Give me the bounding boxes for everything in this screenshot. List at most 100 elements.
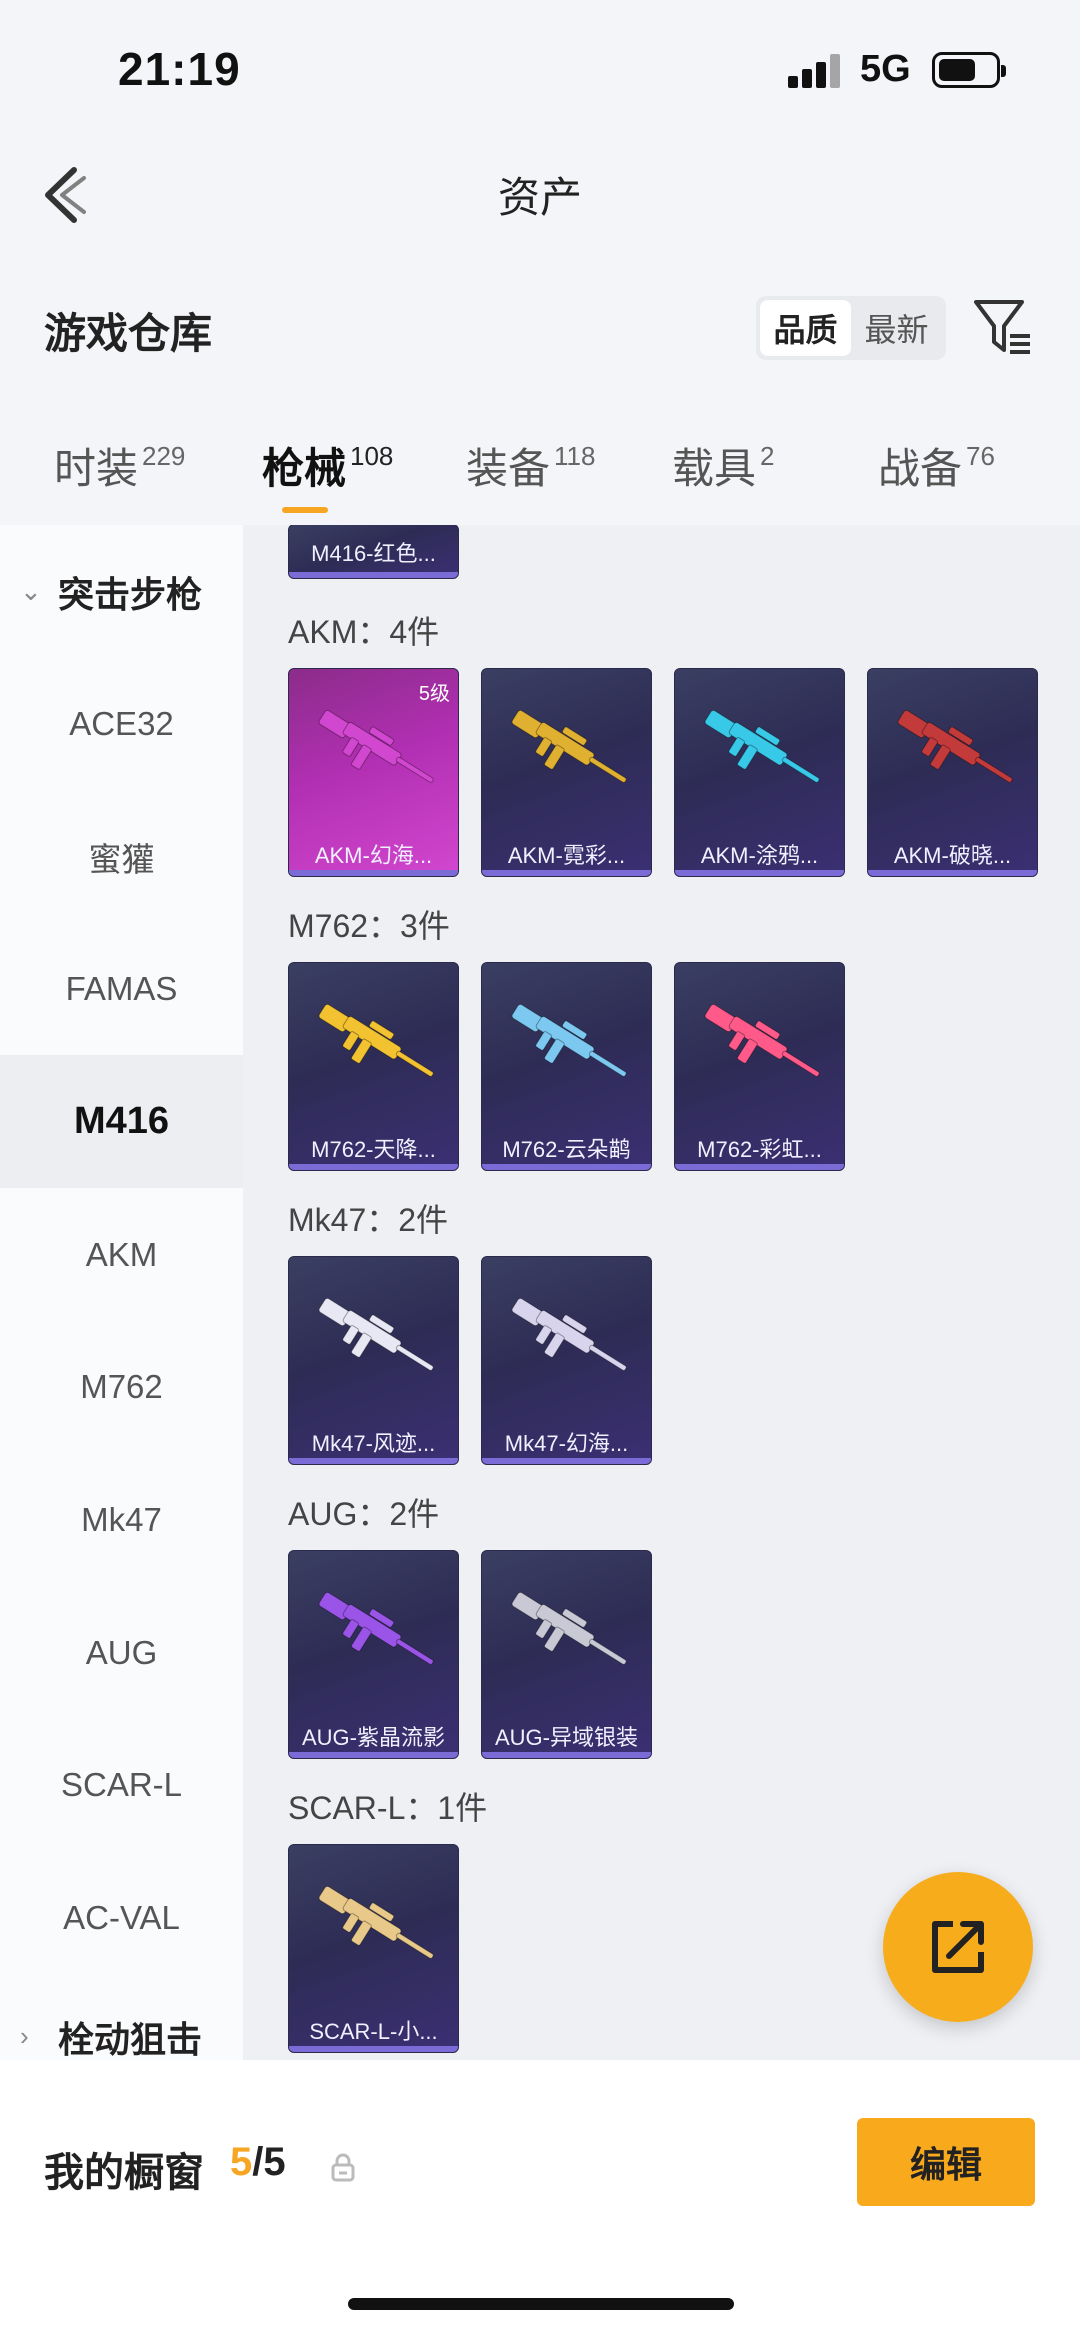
tab-weapons[interactable]: 枪械 108 [262, 435, 393, 496]
sidebar-item-m762[interactable]: M762 [0, 1320, 243, 1453]
weapon-card[interactable]: M762-云朵鹋 [481, 962, 652, 1171]
sidebar-item-akm[interactable]: AKM [0, 1188, 243, 1321]
sidebar-group-label: 突击步枪 [58, 573, 203, 615]
weapon-card[interactable]: M416-红色... [288, 525, 459, 579]
rifle-icon [511, 1591, 627, 1665]
weapon-card-name: M762-彩虹... [697, 1137, 822, 1162]
weapon-card-name: M762-云朵鹋 [502, 1137, 631, 1162]
weapon-card-bar [289, 1752, 458, 1758]
sidebar-item-m416[interactable]: M416 [0, 1055, 243, 1188]
showcase-count: 5/5 [230, 2140, 286, 2185]
section-label-aug: AUG：2件 [288, 1496, 440, 1532]
status-bar: 21:19 5G [0, 0, 1080, 140]
tab-count: 108 [350, 441, 394, 471]
weapon-card-name: AKM-幻海... [314, 843, 433, 868]
tab-label: 时装 [54, 445, 139, 492]
tab-count: 76 [966, 441, 995, 471]
rifle-icon [511, 709, 627, 783]
sort-quality-button[interactable]: 品质 [760, 300, 851, 356]
rifle-icon [704, 709, 820, 783]
nav-bar: 资产 [0, 140, 1080, 250]
tab-label: 装备 [466, 445, 551, 492]
rifle-icon [897, 709, 1013, 783]
tab-count: 2 [760, 441, 775, 471]
weapon-card-name: M416-红色... [311, 541, 436, 566]
home-indicator [348, 2298, 734, 2310]
status-time: 21:19 [118, 43, 241, 95]
rifle-icon [318, 709, 434, 783]
weapon-card-bar [289, 870, 458, 876]
sidebar-item-mk47[interactable]: Mk47 [0, 1453, 243, 1586]
weapon-card-name: SCAR-L-小... [309, 2019, 438, 2044]
weapon-card[interactable]: AKM-破晓... [867, 668, 1038, 877]
tab-count: 229 [142, 441, 186, 471]
weapon-card[interactable]: M762-彩虹... [674, 962, 845, 1171]
weapon-card-bar [289, 1164, 458, 1170]
sidebar-item-scar-l[interactable]: SCAR-L [0, 1718, 243, 1851]
section-label-scar-l: SCAR-L：1件 [288, 1790, 488, 1826]
weapon-card[interactable]: AUG-异域银装 [481, 1550, 652, 1759]
rifle-icon [511, 1297, 627, 1371]
page-title: 资产 [497, 174, 582, 221]
weapon-card-bar [482, 870, 651, 876]
tab-label: 战备 [878, 445, 963, 492]
weapon-card-name: AKM-破晓... [893, 843, 1012, 868]
filter-icon[interactable] [972, 296, 1032, 358]
network-label: 5G [860, 48, 911, 90]
sort-newest-button[interactable]: 最新 [851, 300, 942, 356]
showcase-title: 我的橱窗 [44, 2151, 204, 2195]
rifle-icon [318, 1297, 434, 1371]
weapon-card[interactable]: 5级 AKM-幻海... [288, 668, 459, 877]
tab-equipment[interactable]: 装备 118 [466, 435, 595, 496]
weapon-card[interactable]: M762-天降... [288, 962, 459, 1171]
weapon-card-bar [289, 572, 458, 578]
active-tab-indicator [282, 507, 328, 513]
tab-fashion[interactable]: 时装 229 [54, 435, 185, 496]
weapon-card[interactable]: AUG-紫晶流影 [288, 1550, 459, 1759]
rifle-icon [318, 1003, 434, 1077]
section-label-mk47: Mk47：2件 [288, 1202, 449, 1238]
weapon-card-name: AKM-涂鸦... [700, 843, 819, 868]
weapon-card[interactable]: Mk47-风迹... [288, 1256, 459, 1465]
weapon-card[interactable]: AKM-涂鸦... [674, 668, 845, 877]
weapon-card-bar [289, 1458, 458, 1464]
sidebar-item-ac-val[interactable]: AC-VAL [0, 1851, 243, 1984]
category-tabs: 时装 229 枪械 108 装备 118 载具 2 战备 76 [0, 425, 1080, 525]
weapon-card-name: Mk47-风迹... [311, 1431, 436, 1456]
edit-button[interactable]: 编辑 [857, 2118, 1035, 2206]
tab-label: 载具 [672, 445, 757, 492]
sidebar-group-assault-rifles[interactable]: ⌄ 突击步枪 [0, 525, 243, 658]
weapon-card-name: Mk47-幻海... [504, 1431, 629, 1456]
tab-supplies[interactable]: 战备 76 [878, 435, 995, 496]
rifle-icon [318, 1885, 434, 1959]
sidebar-item-honey-badger[interactable]: 蜜獾 [0, 790, 243, 923]
sidebar-item-aug[interactable]: AUG [0, 1586, 243, 1719]
weapon-card-bar [482, 1752, 651, 1758]
showcase-bar: 我的橱窗 5/5 编辑 [0, 2060, 1080, 2337]
signal-icon [788, 54, 844, 88]
sidebar-item-famas[interactable]: FAMAS [0, 922, 243, 1055]
battery-icon [932, 52, 1006, 88]
weapon-card-bar [289, 2046, 458, 2052]
sidebar-group-label: 栓动狙击 [58, 2018, 203, 2060]
weapon-card[interactable]: AKM-霓彩... [481, 668, 652, 877]
tab-count: 118 [554, 441, 596, 471]
warehouse-title: 游戏仓库 [44, 310, 213, 357]
weapon-card-name: AKM-霓彩... [507, 843, 626, 868]
sidebar-group-bolt-action[interactable]: › 栓动狙击 [0, 1970, 243, 2060]
tab-vehicles[interactable]: 载具 2 [672, 435, 774, 496]
rifle-icon [511, 1003, 627, 1077]
share-icon [932, 1921, 984, 1973]
weapon-card[interactable]: SCAR-L-小... [288, 1844, 459, 2053]
weapon-card[interactable]: Mk47-幻海... [481, 1256, 652, 1465]
weapon-card-name: AUG-紫晶流影 [301, 1725, 445, 1750]
rifle-icon [318, 1591, 434, 1665]
sidebar-item-ace32[interactable]: ACE32 [0, 657, 243, 790]
weapon-grid: M416-红色... AKM：4件 5级 AKM-幻海... AKM-霓彩...… [243, 525, 1080, 2060]
section-label-akm: AKM：4件 [288, 614, 440, 650]
lock-icon [331, 2153, 355, 2182]
weapon-card-bar [868, 870, 1037, 876]
share-button[interactable] [883, 1872, 1033, 2022]
weapon-card-name: M762-天降... [311, 1137, 436, 1162]
tab-label: 枪械 [262, 445, 347, 492]
